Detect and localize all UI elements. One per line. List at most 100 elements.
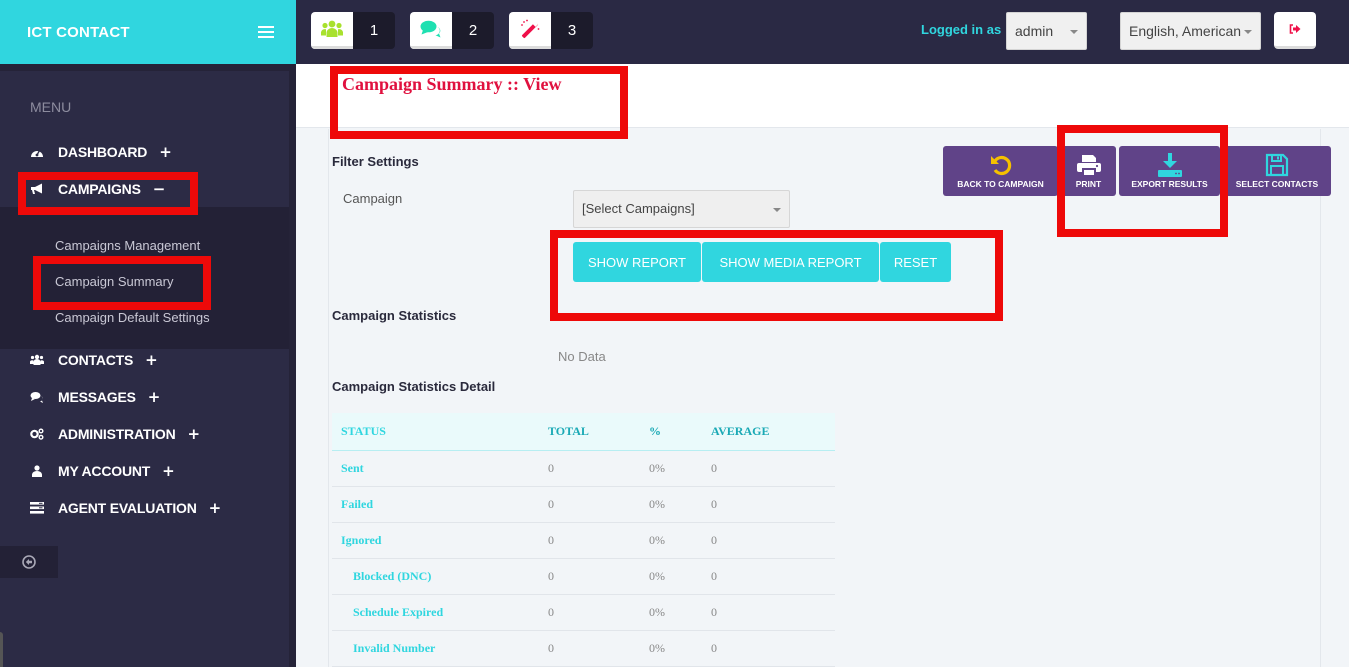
- filter-settings-title: Filter Settings: [332, 154, 419, 169]
- submenu-campaign-summary[interactable]: Campaign Summary: [55, 274, 174, 289]
- campaign-label: Campaign: [343, 191, 403, 206]
- campaign-statistics-title: Campaign Statistics: [332, 308, 457, 323]
- percent-cell: 0%: [649, 460, 665, 475]
- average-cell: 0: [711, 640, 717, 655]
- user-select-value: admin: [1015, 23, 1054, 39]
- percent-cell: 0%: [649, 604, 665, 619]
- expand-icon[interactable]: +: [145, 351, 158, 369]
- bullhorn-icon: [30, 182, 44, 196]
- campaigns-submenu: Campaigns Management Campaign Summary Ca…: [0, 207, 289, 349]
- campaign-select-value: [Select Campaigns]: [582, 201, 695, 216]
- submenu-campaign-default-settings[interactable]: Campaign Default Settings: [55, 310, 210, 325]
- expand-icon[interactable]: +: [159, 143, 172, 161]
- table-row: Failed 0 0% 0: [332, 486, 835, 522]
- chevron-down-icon: [1070, 30, 1078, 34]
- brand-title: ICT CONTACT: [27, 23, 130, 41]
- badge-count: 1: [353, 12, 395, 49]
- page-title: Campaign Summary :: View: [342, 74, 562, 94]
- expand-icon[interactable]: +: [148, 388, 161, 406]
- sidebar-item-label: ADMINISTRATION: [58, 426, 176, 442]
- select-contacts-label: SELECT CONTACTS: [1235, 179, 1319, 189]
- user-select[interactable]: admin: [1006, 12, 1087, 50]
- export-results-button[interactable]: EXPORT RESULTS: [1119, 146, 1220, 196]
- language-select[interactable]: English, American: [1120, 12, 1261, 50]
- table-row: Sent 0 0% 0: [332, 450, 835, 486]
- messages-notification-badge[interactable]: 2: [410, 12, 494, 49]
- table-header-row: STATUS TOTAL % AVERAGE: [332, 413, 835, 450]
- expand-icon[interactable]: +: [188, 425, 201, 443]
- sidebar-item-label: CAMPAIGNS: [58, 181, 141, 197]
- badge-count: 2: [452, 12, 494, 49]
- sidebar: ICT CONTACT MENU DASHBOARD + CAMPAIGNS −…: [0, 0, 296, 667]
- language-select-value: English, American: [1129, 23, 1242, 39]
- percent-cell: 0%: [649, 496, 665, 511]
- percent-cell: 0%: [649, 640, 665, 655]
- back-to-campaign-label: BACK TO CAMPAIGN: [957, 179, 1044, 189]
- users-notification-badge[interactable]: 1: [311, 12, 395, 49]
- sidebar-item-label: MY ACCOUNT: [58, 463, 151, 479]
- download-icon: [1157, 153, 1183, 177]
- status-cell: Sent: [341, 460, 364, 475]
- save-icon: [1265, 153, 1289, 177]
- status-cell: Invalid Number: [353, 640, 436, 655]
- print-icon: [1076, 153, 1102, 177]
- average-cell: 0: [711, 532, 717, 547]
- sidebar-item-agent-evaluation[interactable]: AGENT EVALUATION +: [0, 490, 289, 526]
- percent-cell: 0%: [649, 532, 665, 547]
- export-results-label: EXPORT RESULTS: [1131, 179, 1208, 189]
- status-cell: Blocked (DNC): [353, 568, 432, 583]
- column-header-average[interactable]: AVERAGE: [702, 413, 835, 450]
- sidebar-item-label: DASHBOARD: [58, 144, 148, 160]
- percent-cell: 0%: [649, 568, 665, 583]
- collapse-sidebar-button[interactable]: [0, 546, 58, 578]
- column-header-status[interactable]: STATUS: [332, 413, 539, 450]
- statistics-table: STATUS TOTAL % AVERAGE Sent 0 0% 0 Faile…: [332, 413, 835, 667]
- logout-button[interactable]: [1274, 12, 1316, 49]
- user-icon: [30, 464, 44, 478]
- total-cell: 0: [548, 496, 554, 511]
- sign-out-icon: [1289, 24, 1301, 34]
- sidebar-item-messages[interactable]: MESSAGES +: [0, 379, 289, 415]
- print-button[interactable]: PRINT: [1061, 146, 1116, 196]
- users-icon: [311, 12, 353, 49]
- top-bar: 1 2 3 Logged in as : admin English, Amer…: [296, 0, 1349, 64]
- column-header-total[interactable]: TOTAL: [539, 413, 640, 450]
- sidebar-item-my-account[interactable]: MY ACCOUNT +: [0, 453, 289, 489]
- campaign-select[interactable]: [Select Campaigns]: [573, 190, 790, 228]
- average-cell: 0: [711, 568, 717, 583]
- hamburger-menu-icon[interactable]: [258, 26, 274, 38]
- list-icon: [30, 501, 44, 515]
- submenu-campaigns-management[interactable]: Campaigns Management: [55, 238, 200, 253]
- tasks-notification-badge[interactable]: 3: [509, 12, 593, 49]
- reset-button[interactable]: RESET: [880, 242, 951, 282]
- column-header-percent[interactable]: %: [640, 413, 702, 450]
- average-cell: 0: [711, 460, 717, 475]
- scrollbar-handle[interactable]: [0, 632, 3, 667]
- status-cell: Schedule Expired: [353, 604, 444, 619]
- table-row: Schedule Expired 0 0% 0: [332, 594, 835, 630]
- back-to-campaign-button[interactable]: BACK TO CAMPAIGN: [943, 146, 1058, 196]
- sidebar-item-campaigns[interactable]: CAMPAIGNS −: [0, 171, 289, 207]
- collapse-icon[interactable]: −: [153, 180, 166, 198]
- expand-icon[interactable]: +: [162, 462, 175, 480]
- total-cell: 0: [548, 460, 554, 475]
- logged-in-label: Logged in as :: [921, 22, 1010, 37]
- total-cell: 0: [548, 532, 554, 547]
- chevron-down-icon: [1244, 30, 1252, 34]
- sidebar-item-administration[interactable]: ADMINISTRATION +: [0, 416, 289, 452]
- table-row: Blocked (DNC) 0 0% 0: [332, 558, 835, 594]
- show-report-button[interactable]: SHOW REPORT: [573, 242, 701, 282]
- users-icon: [30, 353, 44, 367]
- select-contacts-button[interactable]: SELECT CONTACTS: [1223, 146, 1331, 196]
- campaign-statistics-detail-title: Campaign Statistics Detail: [332, 379, 496, 394]
- brand-bar: ICT CONTACT: [0, 0, 296, 64]
- badge-count: 3: [551, 12, 593, 49]
- sidebar-item-contacts[interactable]: CONTACTS +: [0, 342, 289, 378]
- dashboard-icon: [30, 145, 44, 159]
- sidebar-item-dashboard[interactable]: DASHBOARD +: [0, 134, 289, 170]
- expand-icon[interactable]: +: [209, 499, 222, 517]
- comments-icon: [410, 12, 452, 49]
- show-media-report-button[interactable]: SHOW MEDIA REPORT: [702, 242, 879, 282]
- magic-wand-icon: [509, 12, 551, 49]
- average-cell: 0: [711, 496, 717, 511]
